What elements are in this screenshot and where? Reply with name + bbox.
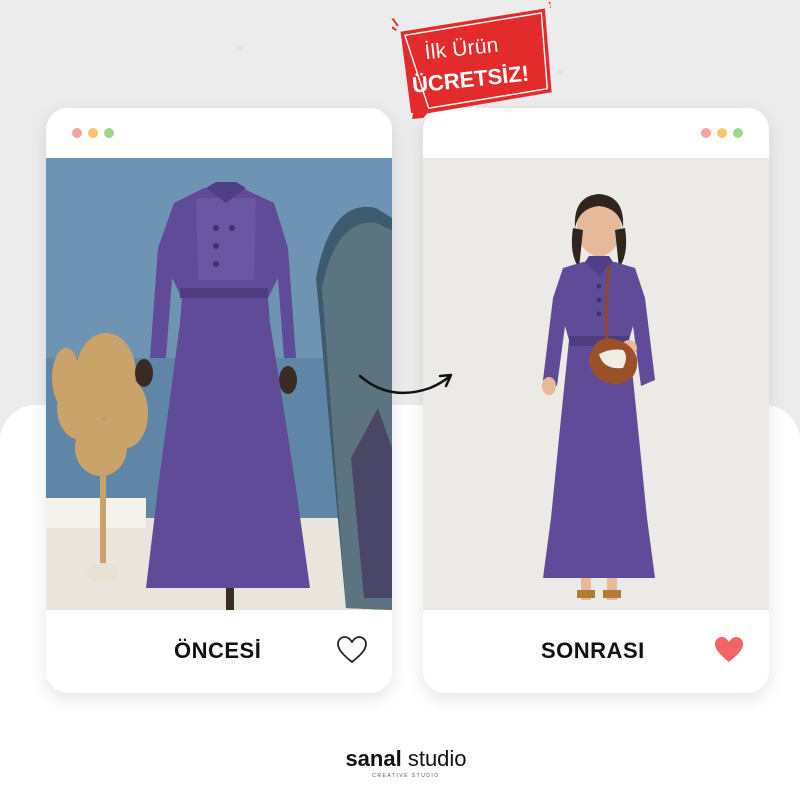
after-label: SONRASI xyxy=(541,638,645,663)
window-dots xyxy=(72,128,114,138)
red-dot-icon xyxy=(701,128,711,138)
free-first-product-badge: İlk Ürün ÜCRETSİZ! xyxy=(391,1,561,121)
brand-logo: sanal studio CREATIVE STUDIO xyxy=(336,746,476,786)
after-photo xyxy=(423,158,769,610)
green-dot-icon xyxy=(733,128,743,138)
green-dot-icon xyxy=(104,128,114,138)
window-dots xyxy=(701,128,743,138)
red-dot-icon xyxy=(72,128,82,138)
logo-part1: sanal xyxy=(345,746,402,771)
logo-part2: studio xyxy=(407,746,467,771)
before-photo xyxy=(46,158,392,610)
curved-arrow-icon xyxy=(358,373,453,395)
after-card: SONRASI xyxy=(423,108,769,693)
before-label: ÖNCESİ xyxy=(174,638,262,663)
logo-tagline: CREATIVE STUDIO xyxy=(372,773,440,779)
heart-outline-icon[interactable] xyxy=(336,635,368,665)
yellow-dot-icon xyxy=(88,128,98,138)
logo-wordmark: sanal studio xyxy=(336,746,476,772)
yellow-dot-icon xyxy=(717,128,727,138)
badge-ribbon-shape xyxy=(391,1,556,121)
before-card: ÖNCESİ xyxy=(46,108,392,693)
heart-filled-icon[interactable] xyxy=(713,635,745,665)
